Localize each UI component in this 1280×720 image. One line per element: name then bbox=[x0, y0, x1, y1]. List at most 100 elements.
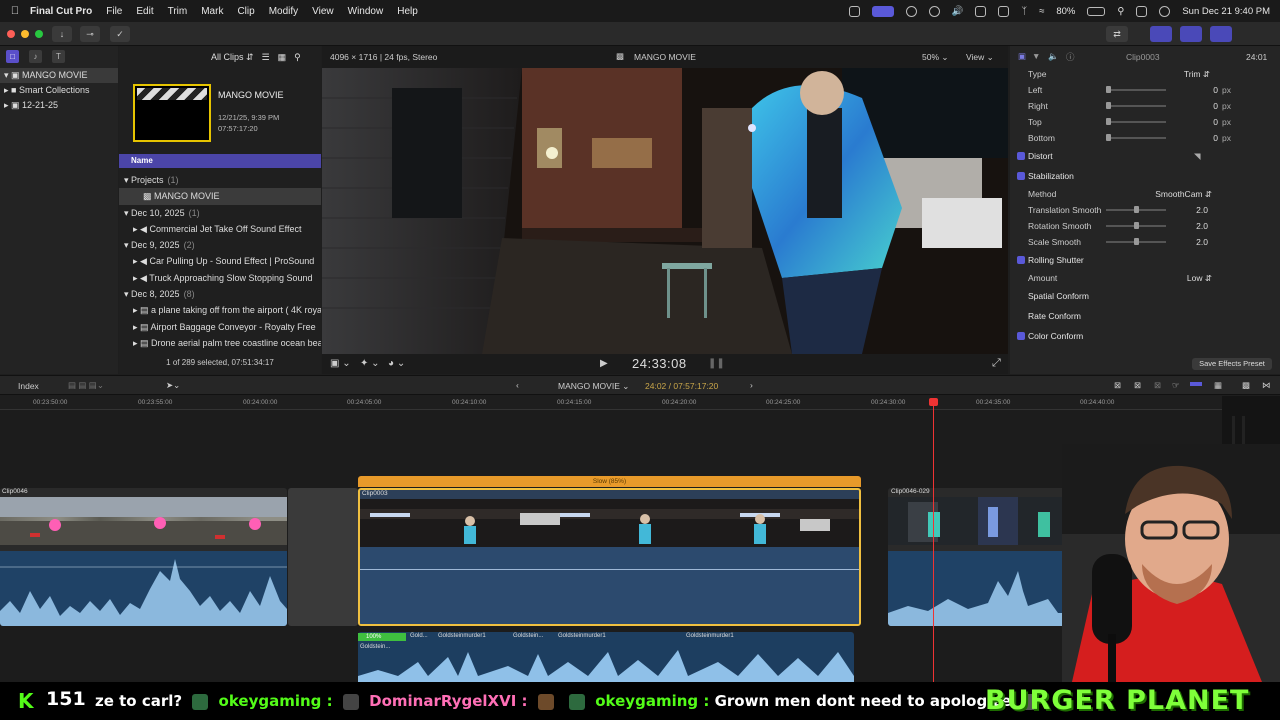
volume-icon[interactable]: 🔊 bbox=[952, 6, 964, 17]
list-item[interactable]: ▸ ▤ Airport Baggage Conveyor - Royalty F… bbox=[119, 319, 321, 335]
distort-section[interactable]: Distort ◥ bbox=[1010, 146, 1280, 166]
crop-bottom-value[interactable]: 0 bbox=[1170, 130, 1218, 146]
slider-knob[interactable] bbox=[1106, 118, 1111, 125]
list-item[interactable]: ▸ ◀ Commercial Jet Take Off Sound Effect bbox=[119, 221, 321, 237]
library-item[interactable]: ▾ ▣ MANGO MOVIE bbox=[0, 68, 118, 83]
audio-inspector-icon[interactable]: 🔈 bbox=[1048, 51, 1059, 62]
timeline[interactable]: Clip0046 Slow (85%) Clip0003 Clip0046-02… bbox=[0, 410, 1222, 682]
status-menu-icon[interactable] bbox=[848, 5, 860, 17]
siri-icon[interactable] bbox=[1159, 5, 1171, 17]
list-item[interactable]: ▾ Dec 10, 2025 (1) bbox=[119, 205, 321, 221]
snapping-icon[interactable]: ⊠ bbox=[1134, 380, 1141, 391]
clip-appearance-icon[interactable]: ▦ bbox=[1214, 380, 1222, 391]
list-item[interactable]: ▾ Dec 8, 2025 (8) bbox=[119, 286, 321, 302]
effects-browser-icon[interactable]: ▩ bbox=[1242, 380, 1250, 391]
menu-edit[interactable]: Edit bbox=[136, 6, 153, 17]
list-item[interactable]: ▸ ▤ a plane taking off from the airport … bbox=[119, 302, 321, 318]
menu-mark[interactable]: Mark bbox=[201, 6, 223, 17]
slider-knob[interactable] bbox=[1106, 102, 1111, 109]
titles-tab-icon[interactable]: T bbox=[52, 50, 65, 63]
amount-select[interactable]: Low ⇵ bbox=[1170, 270, 1212, 286]
view-dropdown[interactable]: View ⌄ bbox=[966, 52, 994, 63]
project-thumbnail[interactable] bbox=[133, 84, 211, 142]
headphones-icon[interactable]: ☞ bbox=[1172, 380, 1180, 391]
scale-smooth-value[interactable]: 2.0 bbox=[1160, 234, 1208, 250]
back-icon[interactable]: ‹ bbox=[516, 380, 519, 390]
menu-file[interactable]: File bbox=[106, 6, 122, 17]
timeline-ruler[interactable]: 00:23:50:00 00:23:55:00 00:24:00:00 00:2… bbox=[0, 396, 1222, 410]
scale-smooth-slider[interactable] bbox=[1106, 238, 1166, 245]
list-item[interactable]: ▸ ▤ Drone aerial palm tree coastline oce… bbox=[119, 335, 321, 351]
background-tasks-icon[interactable]: ✓ bbox=[110, 26, 130, 42]
libraries-tab-icon[interactable]: □ bbox=[6, 50, 19, 63]
list-item[interactable]: ▾ Projects (1) bbox=[119, 172, 321, 188]
play-button[interactable]: ▶ bbox=[600, 358, 608, 369]
rotation-smooth-slider[interactable] bbox=[1106, 222, 1166, 229]
sidebar-item-smart-collections[interactable]: ▸ ■ Smart Collections bbox=[0, 83, 118, 98]
rolling-shutter-section[interactable]: Rolling Shutter bbox=[1010, 250, 1280, 270]
video-inspector-icon[interactable]: ▣ bbox=[1018, 51, 1026, 62]
menu-window[interactable]: Window bbox=[348, 6, 384, 17]
skimming-icon[interactable]: ⊠ bbox=[1114, 380, 1121, 391]
transitions-icon[interactable]: ⋈ bbox=[1262, 380, 1271, 391]
video-frame[interactable] bbox=[322, 68, 1008, 354]
minimize-window-button[interactable] bbox=[21, 30, 29, 38]
zoom-dropdown[interactable]: 50% ⌄ bbox=[922, 52, 949, 63]
project-dropdown[interactable]: MANGO MOVIE ⌄ bbox=[558, 381, 629, 392]
list-item[interactable]: ▸ ◀ Car Pulling Up - Sound Effect | ProS… bbox=[119, 253, 321, 269]
slider-knob[interactable] bbox=[1133, 206, 1139, 213]
index-button[interactable]: Index bbox=[18, 381, 39, 391]
clip-appearance-icon[interactable]: ▦ bbox=[278, 52, 287, 63]
stabilization-section[interactable]: Stabilization bbox=[1010, 166, 1280, 186]
solo-icon[interactable] bbox=[1190, 382, 1202, 386]
timeline-toggle-icon[interactable] bbox=[1180, 26, 1202, 42]
menu-clip[interactable]: Clip bbox=[237, 6, 254, 17]
color-conform-checkbox[interactable] bbox=[1017, 332, 1025, 340]
slider-knob[interactable] bbox=[1133, 222, 1139, 229]
retime-bar[interactable]: Slow (85%) bbox=[358, 476, 861, 487]
crop-type-select[interactable]: Trim ⇵ bbox=[1160, 66, 1210, 82]
list-view-icon[interactable]: ☰ bbox=[262, 52, 270, 63]
method-select[interactable]: SmoothCam ⇵ bbox=[1150, 186, 1212, 202]
crop-right-value[interactable]: 0 bbox=[1170, 98, 1218, 114]
color-conform-section[interactable]: Color Conform bbox=[1010, 326, 1280, 346]
translation-smooth-slider[interactable] bbox=[1106, 206, 1166, 213]
crop-top-slider[interactable] bbox=[1106, 118, 1166, 125]
volume-line[interactable] bbox=[360, 569, 859, 570]
wifi-icon[interactable]: ≈ bbox=[1039, 6, 1044, 17]
list-item[interactable]: ▩ MANGO MOVIE bbox=[119, 188, 321, 205]
control-center-icon[interactable] bbox=[1136, 5, 1148, 17]
playhead-handle[interactable] bbox=[929, 398, 938, 406]
inspector-toggle-icon[interactable] bbox=[1210, 26, 1232, 42]
speed-icon[interactable]: ◕ ⌄ bbox=[388, 358, 405, 369]
share-icon[interactable]: ⇄ bbox=[1106, 26, 1128, 42]
crop-left-slider[interactable] bbox=[1106, 86, 1166, 93]
save-effects-preset-button[interactable]: Save Effects Preset bbox=[1192, 358, 1272, 370]
select-tool-icon[interactable]: ➤⌄ bbox=[166, 380, 180, 391]
info-inspector-icon[interactable]: ⓘ bbox=[1066, 51, 1075, 63]
sidebar-item-event[interactable]: ▸ ▣ 12-21-25 bbox=[0, 98, 118, 113]
bluetooth-icon[interactable]: ᛉ bbox=[1021, 6, 1027, 17]
crop-bottom-slider[interactable] bbox=[1106, 134, 1166, 141]
photos-tab-icon[interactable]: ♪ bbox=[29, 50, 42, 63]
distort-onscreen-icon[interactable]: ◥ bbox=[1194, 146, 1201, 166]
menu-trim[interactable]: Trim bbox=[168, 6, 188, 17]
slider-knob[interactable] bbox=[1133, 238, 1139, 245]
spatial-conform-section[interactable]: Spatial Conform bbox=[1010, 286, 1280, 306]
connected-audio-clips[interactable]: 100% Gold... Goldsteinmurder1 Goldstein.… bbox=[358, 632, 854, 682]
display-icon[interactable] bbox=[975, 5, 987, 17]
magic-wand-icon[interactable]: ✦ ⌄ bbox=[360, 358, 380, 369]
browser-toggle-icon[interactable] bbox=[1150, 26, 1172, 42]
fullscreen-icon[interactable]: ⤢ bbox=[992, 357, 1001, 370]
crop-tool-icon[interactable]: ▣ ⌄ bbox=[330, 358, 351, 369]
screen-record-icon[interactable] bbox=[871, 5, 894, 17]
rolling-shutter-checkbox[interactable] bbox=[1017, 256, 1025, 264]
rate-conform-section[interactable]: Rate Conform bbox=[1010, 306, 1280, 326]
record-icon[interactable] bbox=[905, 5, 917, 17]
play-circle-icon[interactable] bbox=[928, 5, 940, 17]
close-window-button[interactable] bbox=[7, 30, 15, 38]
battery-icon[interactable] bbox=[1087, 6, 1106, 16]
keywords-icon[interactable]: ⊸ bbox=[80, 26, 100, 42]
app-menu[interactable]: Final Cut Pro bbox=[30, 6, 92, 17]
name-column-header[interactable]: Name bbox=[119, 154, 321, 168]
